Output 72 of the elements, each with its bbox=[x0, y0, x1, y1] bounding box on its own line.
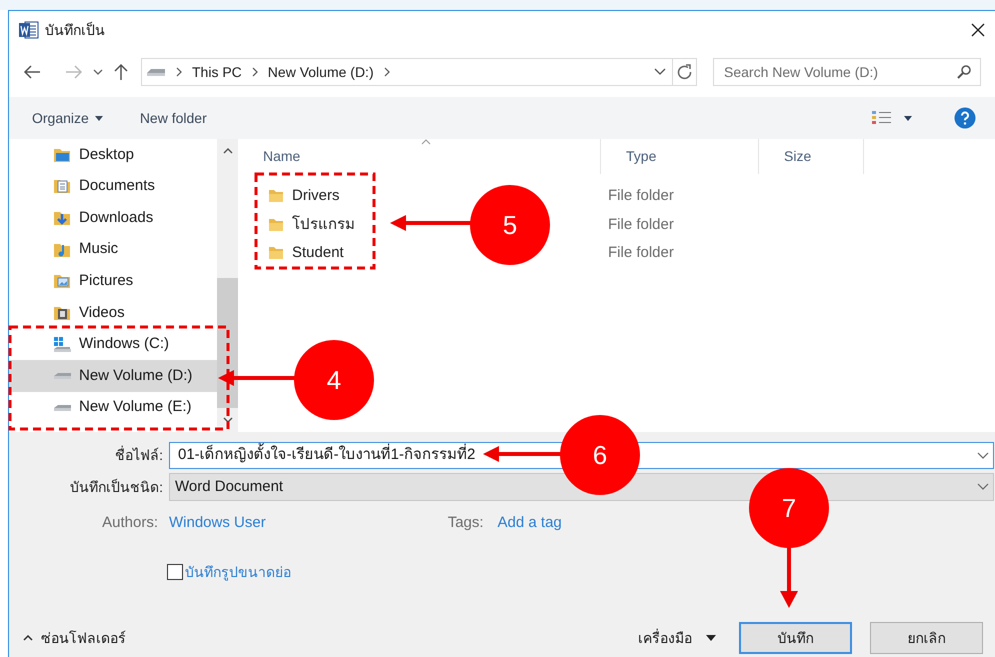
save-type-label: บันทึกเป็นชนิด: bbox=[69, 478, 164, 496]
tools-button[interactable]: เครื่องมือ bbox=[638, 628, 716, 648]
chevron-right-icon[interactable] bbox=[384, 67, 390, 77]
save-button[interactable]: บันทึก bbox=[739, 622, 852, 654]
chevron-down-icon[interactable] bbox=[654, 68, 666, 76]
address-bar[interactable]: This PC New Volume (D:) bbox=[141, 58, 697, 86]
file-name-label: ชื่อไฟล์: bbox=[114, 445, 164, 465]
tags-label: Tags: bbox=[448, 512, 484, 533]
new-folder-button[interactable]: New folder bbox=[140, 108, 207, 128]
caret-icon bbox=[706, 635, 716, 641]
sidebar-item[interactable]: New Volume (D:) bbox=[9, 360, 217, 392]
windows-drive-icon bbox=[53, 335, 72, 354]
scrollbar[interactable] bbox=[217, 139, 238, 432]
sidebar-item[interactable]: Videos bbox=[9, 296, 217, 329]
search-icon bbox=[957, 65, 971, 79]
pictures-folder-icon bbox=[53, 272, 72, 290]
scroll-up-icon[interactable] bbox=[222, 148, 232, 154]
organize-button[interactable]: Organize bbox=[32, 108, 103, 128]
sidebar-item[interactable]: New Volume (E:) bbox=[9, 392, 217, 424]
callout-badge: 5 bbox=[470, 185, 550, 265]
hide-folders-button[interactable]: ซ่อนโฟลเดอร์ bbox=[23, 628, 126, 648]
folder-icon bbox=[268, 246, 284, 260]
help-icon[interactable] bbox=[954, 107, 976, 129]
authors-link[interactable]: Windows User bbox=[169, 512, 266, 534]
drive-icon bbox=[53, 404, 72, 411]
column-header[interactable]: Size bbox=[759, 139, 864, 174]
thumbnail-label[interactable]: บันทึกรูปขนาดย่อ bbox=[185, 562, 291, 582]
chevron-down-icon bbox=[977, 452, 989, 460]
callout-badge: 4 bbox=[294, 340, 374, 420]
file-name[interactable]: โปรแกรม bbox=[292, 214, 355, 236]
chevron-up-icon bbox=[23, 635, 33, 641]
file-name[interactable]: Drivers bbox=[292, 185, 340, 208]
sidebar-item[interactable]: Music bbox=[9, 234, 217, 266]
chevron-down-icon[interactable] bbox=[93, 69, 103, 75]
drive-icon bbox=[53, 372, 72, 379]
sort-caret-icon[interactable] bbox=[421, 139, 431, 145]
sidebar-item[interactable]: Pictures bbox=[9, 265, 217, 297]
file-type: File folder bbox=[607, 214, 674, 234]
sidebar-item[interactable]: Windows (C:) bbox=[9, 328, 217, 360]
folder-icon bbox=[268, 189, 284, 204]
callout-arrow bbox=[780, 547, 798, 608]
chevron-right-icon[interactable] bbox=[176, 67, 182, 77]
file-name[interactable]: Student bbox=[292, 242, 344, 264]
column-header[interactable]: Name bbox=[238, 139, 601, 174]
word-app-icon bbox=[19, 21, 39, 39]
sidebar-item[interactable]: Downloads bbox=[9, 202, 217, 234]
chevron-right-icon[interactable] bbox=[252, 67, 258, 77]
column-header[interactable]: Type bbox=[601, 139, 759, 174]
window-title: บันทึกเป็น bbox=[45, 20, 105, 40]
refresh-icon[interactable] bbox=[676, 64, 692, 80]
drive-icon bbox=[146, 67, 166, 77]
document-folder-icon bbox=[53, 177, 72, 196]
caret-icon bbox=[94, 116, 103, 120]
thumbnail-checkbox[interactable] bbox=[167, 564, 183, 580]
sidebar-item[interactable]: Desktop bbox=[9, 139, 217, 171]
scroll-down-icon[interactable] bbox=[222, 417, 232, 423]
up-arrow-icon[interactable] bbox=[113, 63, 129, 81]
cancel-button[interactable]: ยกเลิก bbox=[870, 622, 983, 654]
view-options-icon[interactable] bbox=[872, 110, 892, 126]
file-type: File folder bbox=[607, 243, 674, 263]
caret-icon[interactable] bbox=[904, 116, 912, 120]
authors-label: Authors: bbox=[101, 512, 159, 533]
breadcrumb[interactable]: New Volume (D:) bbox=[268, 62, 374, 82]
tags-link[interactable]: Add a tag bbox=[498, 512, 562, 534]
chevron-down-icon bbox=[977, 483, 989, 491]
folder-icon bbox=[268, 218, 284, 232]
file-type: File folder bbox=[607, 186, 674, 206]
sidebar-item[interactable]: Documents bbox=[9, 170, 217, 202]
close-icon[interactable] bbox=[970, 22, 986, 38]
search-field[interactable]: Search New Volume (D:) bbox=[713, 58, 981, 86]
breadcrumb[interactable]: This PC bbox=[192, 62, 242, 82]
back-arrow-icon[interactable] bbox=[23, 65, 41, 79]
